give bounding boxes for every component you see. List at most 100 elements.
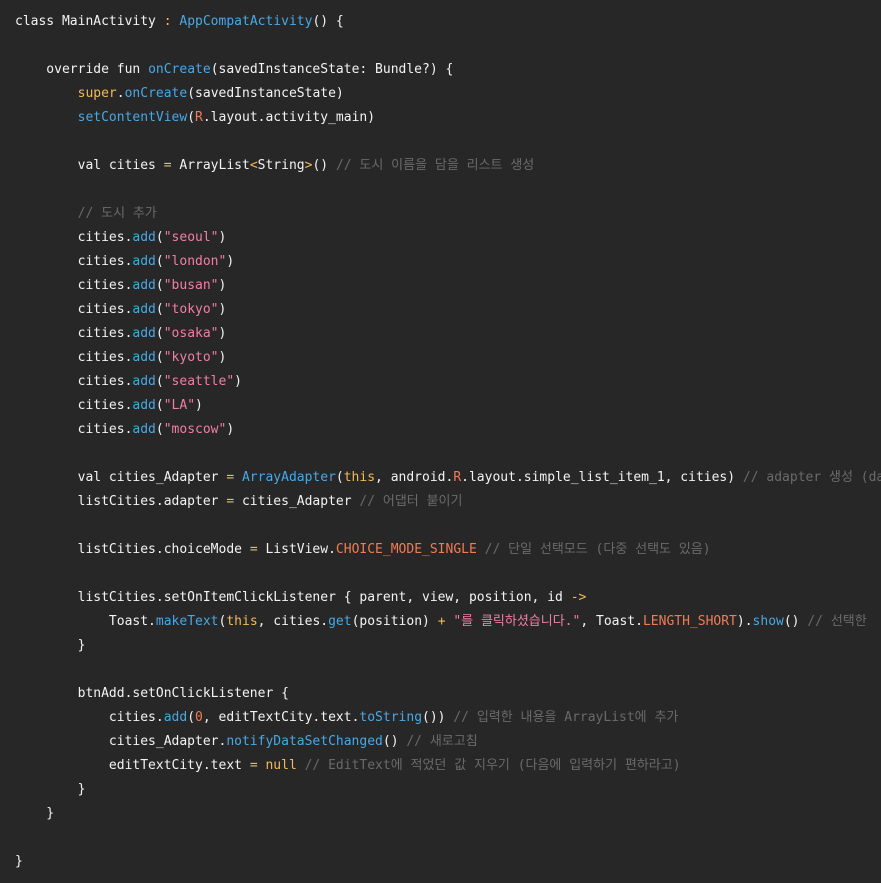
code-line: } [15,634,881,658]
code-token: LENGTH_SHORT [642,614,737,629]
code-token: cities. [15,350,133,365]
code-token: // EditText에 적었던 값 지우기 (다음에 입력하기 편하라고) [304,758,681,773]
code-token: = [226,470,242,485]
code-token: cities. [15,230,133,245]
code-token: ( [155,398,164,413]
code-token: "london" [163,254,227,269]
code-token: "seattle" [163,374,235,389]
code-token: add [132,326,156,341]
code-line: cities.add("osaka") [15,322,881,346]
code-token: onCreate [148,62,211,77]
code-token: ( [187,110,196,125]
code-token: btnAdd.setOnClickListener { [15,686,289,701]
code-token: ) [195,398,203,413]
code-line: listCities.choiceMode = ListView.CHOICE_… [15,538,881,562]
code-token: override fun [15,62,149,77]
code-token: ( [155,350,164,365]
code-line: editTextCity.text = null // EditText에 적었… [15,754,881,778]
code-line: class MainActivity : AppCompatActivity()… [15,10,881,34]
code-line: } [15,802,881,826]
code-line: cities.add("kyoto") [15,346,881,370]
code-token: , android. [375,470,454,485]
code-token: } [15,782,86,797]
code-line: val cities_Adapter = ArrayAdapter(this, … [15,466,881,490]
code-token: // 선택한 [807,614,867,629]
code-block[interactable]: class MainActivity : AppCompatActivity()… [15,10,881,874]
code-token: notifyDataSetChanged [226,734,383,749]
code-token: ( [155,230,164,245]
code-line: cities.add("busan") [15,274,881,298]
code-token: = [249,758,266,773]
code-line: Toast.makeText(this, cities.get(position… [15,610,881,634]
code-line: val cities = ArrayList<String>() // 도시 이… [15,154,881,178]
code-token: R [195,110,203,125]
code-line: super.onCreate(savedInstanceState) [15,82,881,106]
code-token: // 단일 선택모드 (다중 선택도 있음) [484,542,711,557]
code-line: cities.add("london") [15,250,881,274]
code-token: : [163,14,180,29]
code-token: . [116,86,125,101]
code-token: , cities. [257,614,329,629]
code-token: ( [335,470,344,485]
code-token: () [312,158,336,173]
code-token: ) [234,374,242,389]
code-token: val cities_Adapter [15,470,227,485]
code-token: cities_Adapter [241,494,360,509]
code-token: ( [155,302,164,317]
code-token: // adapter 생성 (da [742,470,881,485]
code-token: () { [312,14,344,29]
code-token: cities. [15,422,133,437]
code-token: (savedInstanceState: Bundle?) { [210,62,454,77]
code-token: = [249,542,266,557]
code-line: } [15,850,881,874]
code-token: this [343,470,376,485]
code-token: cities. [15,710,164,725]
code-token: cities. [15,374,133,389]
code-line: } [15,778,881,802]
code-token: null [265,758,305,773]
code-line: setContentView(R.layout.activity_main) [15,106,881,130]
code-token: , Toast. [580,614,643,629]
code-token: listCities.adapter [15,494,227,509]
code-token: , editTextCity.text. [202,710,360,725]
code-token: ) [218,350,227,365]
code-token: add [132,374,156,389]
code-editor[interactable]: class MainActivity : AppCompatActivity()… [0,0,881,883]
code-token: "seoul" [163,230,219,245]
code-token: "를 클릭하셨습니다." [453,614,581,629]
code-token: add [132,398,156,413]
code-token: cities_Adapter. [15,734,227,749]
code-token: ArrayAdapter [241,470,336,485]
code-line: cities.add("seoul") [15,226,881,250]
code-token: add [163,710,188,725]
code-token: } [15,806,55,821]
code-token: "moscow" [163,422,227,437]
code-token: add [132,422,156,437]
code-token: String [257,158,305,173]
code-line: cities.add("tokyo") [15,298,881,322]
code-line: cities.add("LA") [15,394,881,418]
code-token: ) [226,254,235,269]
code-token: R [453,470,462,485]
code-token: .layout.activity_main) [202,110,376,125]
code-token: = [226,494,242,509]
code-token: class MainActivity [15,14,164,29]
code-token: ( [155,326,164,341]
code-token: CHOICE_MODE_SINGLE [335,542,485,557]
code-token: } [15,854,23,869]
code-line: cities_Adapter.notifyDataSetChanged() //… [15,730,881,754]
code-token: ( [155,254,164,269]
code-token: show [752,614,784,629]
code-token: (savedInstanceState) [187,86,344,101]
code-line: override fun onCreate(savedInstanceState… [15,58,881,82]
code-token: cities. [15,278,133,293]
code-token: ArrayList [179,158,250,173]
code-line: cities.add("moscow") [15,418,881,442]
code-token: add [132,350,156,365]
code-token: super [77,86,117,101]
